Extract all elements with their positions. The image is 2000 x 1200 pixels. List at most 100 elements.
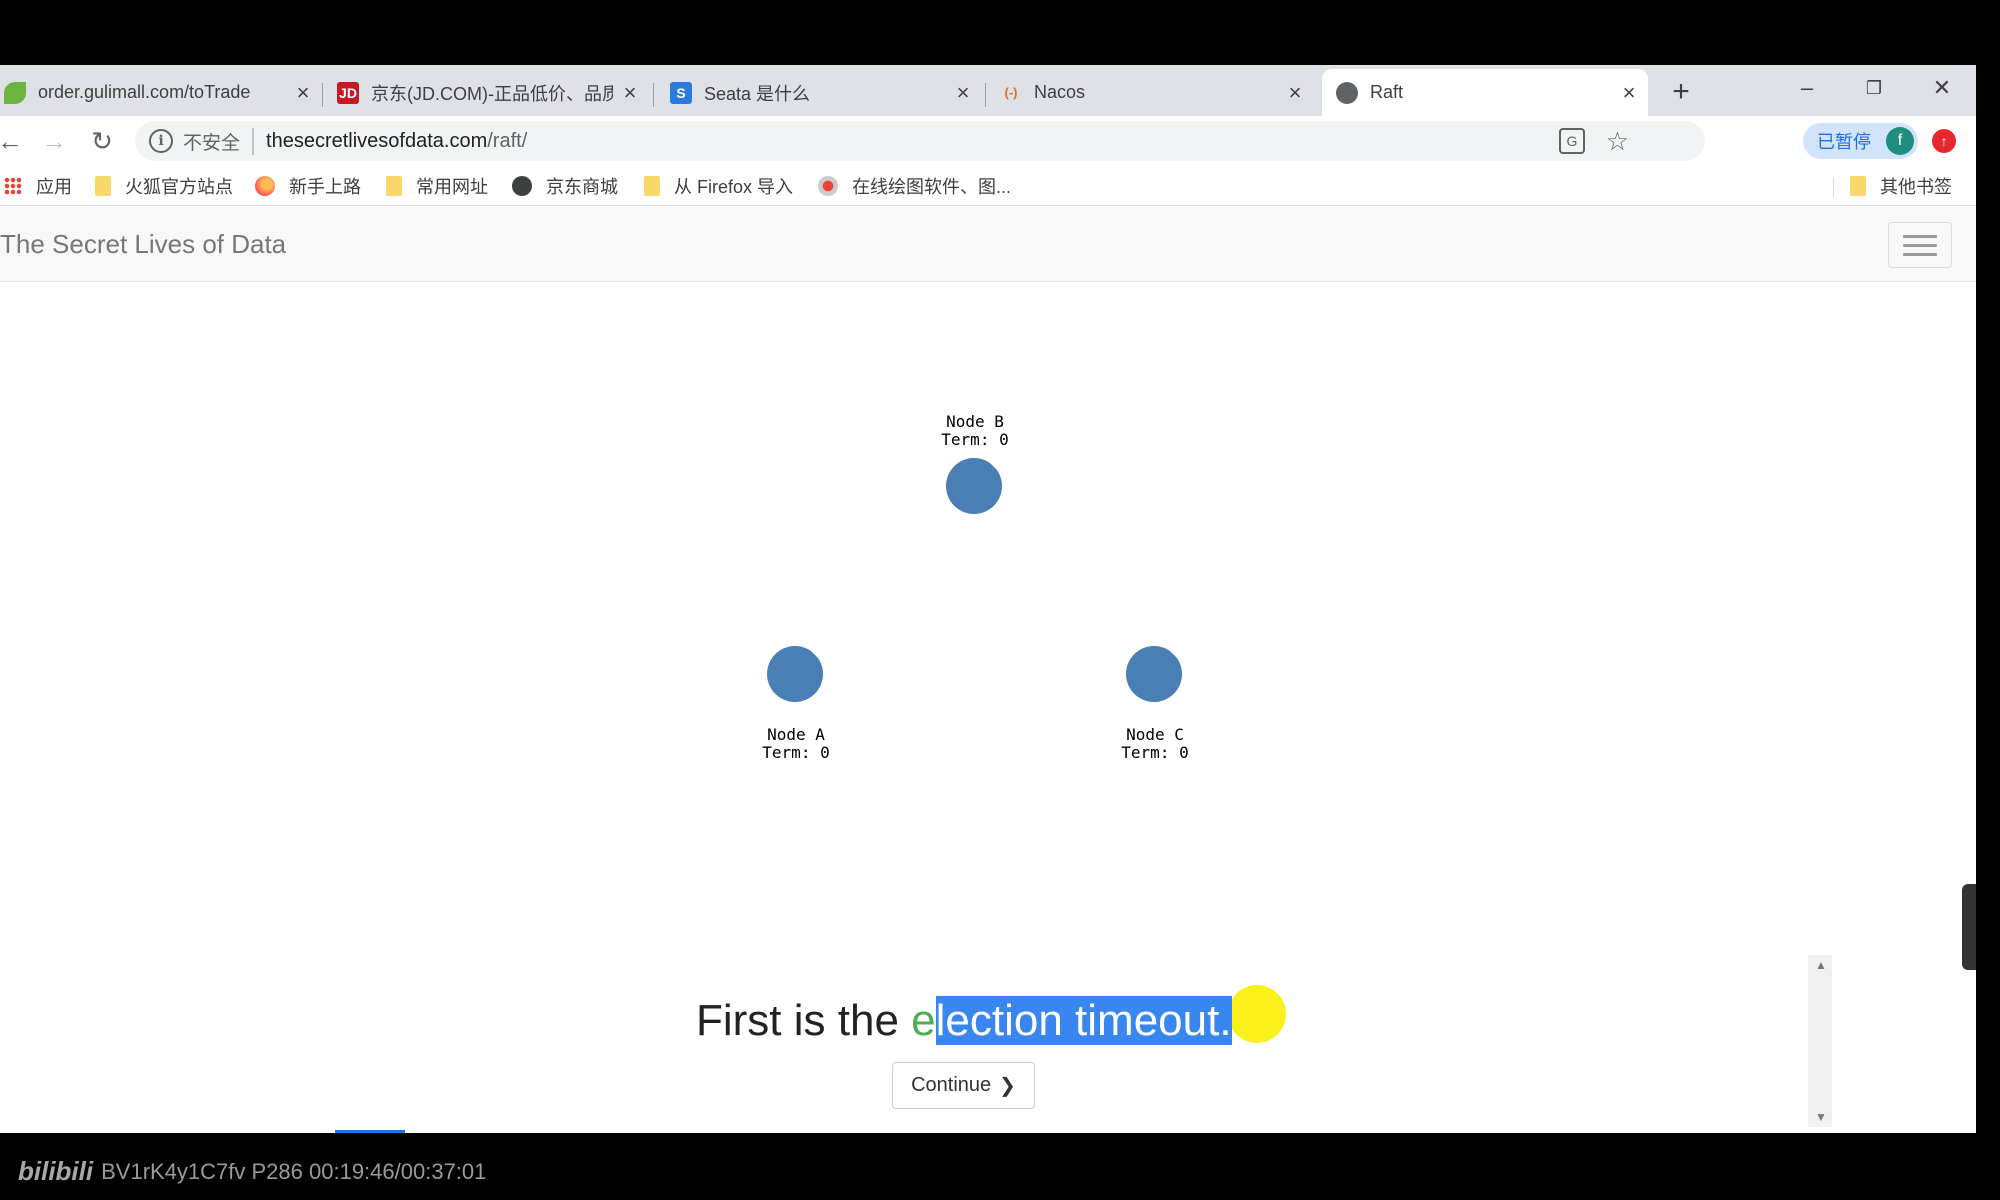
info-icon[interactable]: i xyxy=(149,129,173,153)
video-watermark: bilibili BV1rK4y1C7fv P286 00:19:46/00:3… xyxy=(18,1156,486,1187)
apps-grid-icon xyxy=(4,177,22,195)
node-c-label: Node C Term: 0 xyxy=(1085,726,1225,762)
node-term: Term: 0 xyxy=(762,743,830,762)
profile-paused-button[interactable]: 已暂停 f xyxy=(1803,123,1918,159)
step-caption: First is the election timeout. xyxy=(696,996,1232,1046)
hamburger-menu-button[interactable] xyxy=(1888,222,1952,268)
watermark-text: BV1rK4y1C7fv P286 00:19:46/00:37:01 xyxy=(101,1158,487,1184)
site-brand[interactable]: The Secret Lives of Data xyxy=(0,229,286,260)
tab-separator xyxy=(653,83,654,107)
seata-s-icon: S xyxy=(670,81,692,104)
node-term: Term: 0 xyxy=(1121,743,1189,762)
spring-leaf-icon xyxy=(4,81,26,104)
folder-icon xyxy=(95,176,111,196)
drawio-icon xyxy=(818,176,838,196)
restore-button[interactable]: ❐ xyxy=(1849,71,1899,105)
tab-order-gulimall[interactable]: order.gulimall.com/toTrade × xyxy=(4,69,314,116)
bookmark-label: 在线绘图软件、图... xyxy=(852,177,1012,197)
browser-window: order.gulimall.com/toTrade × JD 京东(JD.CO… xyxy=(0,65,1976,1133)
globe-icon xyxy=(512,176,532,196)
new-tab-button[interactable]: + xyxy=(1664,75,1698,109)
bookmark-other[interactable]: 其他书签 xyxy=(1850,173,1952,199)
tab-nacos[interactable]: (-) Nacos × xyxy=(1000,69,1306,116)
tab-title: order.gulimall.com/toTrade xyxy=(38,82,251,102)
video-letterbox-right xyxy=(1976,65,2000,1133)
bookmark-jd-mall[interactable]: 京东商城 xyxy=(512,173,618,199)
tab-close-icon[interactable]: × xyxy=(952,80,974,105)
page-content: The Secret Lives of Data xyxy=(0,207,1976,1133)
tab-strip: order.gulimall.com/toTrade × JD 京东(JD.CO… xyxy=(0,65,1976,116)
tab-separator xyxy=(985,83,986,107)
node-a-circle[interactable] xyxy=(767,646,823,702)
tab-title: Raft xyxy=(1370,82,1404,102)
bookmark-label: 京东商城 xyxy=(546,177,618,197)
address-bar[interactable]: i 不安全 thesecretlivesofdata.com/raft/ G ☆ xyxy=(135,121,1705,161)
security-status: 不安全 xyxy=(183,127,255,155)
scroll-down-arrow-icon[interactable]: ▼ xyxy=(1815,1110,1827,1124)
continue-button[interactable]: Continue ❯ xyxy=(892,1062,1035,1109)
nacos-bracket-icon: (-) xyxy=(1004,85,1018,100)
url-text[interactable]: thesecretlivesofdata.com/raft/ xyxy=(266,130,527,153)
bookmarks-bar: 应用 火狐官方站点 新手上路 常用网址 京东商城 从 Firefox 导入 在线… xyxy=(0,166,1976,206)
globe-icon xyxy=(1336,81,1358,104)
tab-close-icon[interactable]: × xyxy=(1618,80,1640,105)
tab-close-icon[interactable]: × xyxy=(1284,80,1306,105)
jd-logo-icon: JD xyxy=(337,81,359,104)
scrollbar-track[interactable] xyxy=(1808,955,1832,1127)
tab-jd[interactable]: JD 京东(JD.COM)-正品低价、品质 × xyxy=(337,69,641,116)
tab-title: 京东(JD.COM)-正品低价、品质 xyxy=(371,83,613,104)
caption-green-text: e xyxy=(911,996,936,1045)
minimize-button[interactable]: – xyxy=(1782,71,1832,105)
site-navbar: The Secret Lives of Data xyxy=(0,207,1976,282)
tab-seata[interactable]: S Seata 是什么 × xyxy=(670,69,974,116)
node-a-label: Node A Term: 0 xyxy=(726,726,866,762)
scroll-up-arrow-icon[interactable]: ▲ xyxy=(1815,958,1827,972)
bookmark-drawio[interactable]: 在线绘图软件、图... xyxy=(818,173,1011,199)
forward-button[interactable]: → xyxy=(38,125,70,157)
back-button[interactable]: ← xyxy=(0,125,26,157)
close-window-button[interactable]: ✕ xyxy=(1917,71,1967,105)
tab-separator xyxy=(322,83,323,107)
translate-icon[interactable]: G xyxy=(1559,128,1585,154)
bookmark-label: 其他书签 xyxy=(1880,177,1952,197)
node-b-circle[interactable] xyxy=(946,458,1002,514)
bookmark-separator xyxy=(1833,177,1834,197)
reload-button[interactable]: ↻ xyxy=(86,125,118,157)
bookmark-label: 常用网址 xyxy=(416,177,488,197)
node-name: Node C xyxy=(1126,725,1184,744)
avatar: f xyxy=(1886,127,1914,155)
caption-selected-text: lection timeout. xyxy=(935,996,1232,1045)
bookmark-firefox-official[interactable]: 火狐官方站点 xyxy=(95,173,233,199)
url-path: /raft/ xyxy=(487,129,528,152)
url-host: thesecretlivesofdata.com xyxy=(266,129,488,152)
caption-prefix: First is the xyxy=(696,996,912,1045)
bookmark-getting-started[interactable]: 新手上路 xyxy=(255,173,361,199)
bookmark-firefox-import[interactable]: 从 Firefox 导入 xyxy=(644,173,793,199)
tab-raft[interactable]: Raft × xyxy=(1322,69,1648,116)
bookmark-label: 从 Firefox 导入 xyxy=(674,177,794,197)
tab-close-icon[interactable]: × xyxy=(619,80,641,105)
node-name: Node A xyxy=(767,725,825,744)
bookmark-label: 新手上路 xyxy=(289,177,361,197)
node-b-label: Node B Term: 0 xyxy=(905,413,1045,449)
folder-icon xyxy=(1850,176,1866,196)
bookmark-label: 应用 xyxy=(36,177,72,197)
tab-title: Seata 是什么 xyxy=(704,83,811,104)
folder-icon xyxy=(644,176,660,196)
node-term: Term: 0 xyxy=(941,430,1009,449)
chevron-right-icon: ❯ xyxy=(999,1075,1016,1097)
extension-icon[interactable]: ↑ xyxy=(1932,129,1956,153)
profile-status-label: 已暂停 xyxy=(1817,132,1871,152)
side-panel-handle[interactable] xyxy=(1962,884,1976,970)
bookmark-apps[interactable]: 应用 xyxy=(4,173,72,199)
bookmark-label: 火狐官方站点 xyxy=(125,177,233,197)
continue-label: Continue xyxy=(911,1074,992,1096)
firefox-icon xyxy=(255,176,275,196)
folder-icon xyxy=(386,176,402,196)
tab-title: Nacos xyxy=(1034,82,1086,102)
tab-close-icon[interactable]: × xyxy=(292,80,314,105)
video-letterbox-top xyxy=(0,0,2000,65)
node-c-circle[interactable] xyxy=(1126,646,1182,702)
bookmark-common-sites[interactable]: 常用网址 xyxy=(386,173,488,199)
bookmark-star-icon[interactable]: ☆ xyxy=(1606,126,1629,157)
